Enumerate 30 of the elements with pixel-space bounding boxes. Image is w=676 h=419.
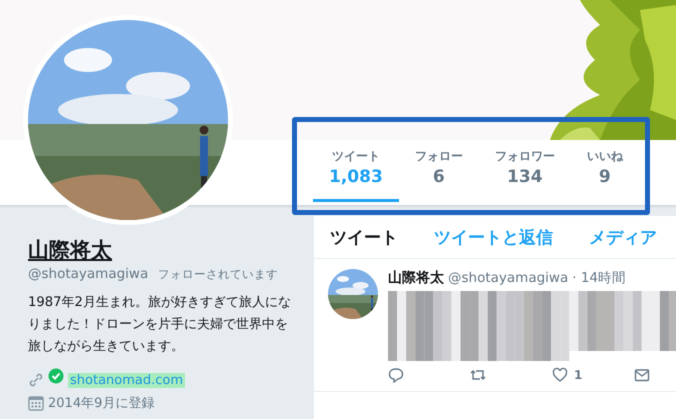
like-count: 1 (574, 368, 582, 382)
link-icon (28, 372, 44, 388)
stat-tab[interactable]: いいね 9 (570, 140, 639, 202)
stat-label: フォロワー (494, 148, 555, 165)
join-date: 2014年9月に登録 (48, 395, 154, 412)
stat-count: 1,083 (329, 167, 383, 187)
calendar-icon (28, 395, 44, 411)
tweet-author[interactable]: 山際将太 (388, 269, 444, 287)
profile-handle: @shotayamagiwa (28, 266, 148, 282)
timeline-tab[interactable]: メディア (589, 226, 657, 248)
website-link[interactable]: shotanomad.com (68, 372, 186, 388)
heart-icon[interactable] (552, 367, 568, 383)
timeline-tab[interactable]: ツイートと返信 (434, 226, 553, 248)
stat-tab[interactable]: フォロワー 134 (478, 140, 571, 202)
stat-count: 9 (598, 167, 611, 187)
stat-count: 134 (507, 167, 543, 187)
stat-label: ツイート (332, 148, 380, 165)
stat-tab[interactable]: フォロー 6 (398, 140, 479, 202)
tweet-time: · 14時間 (572, 269, 626, 287)
timeline-tab[interactable]: ツイート (330, 226, 398, 248)
stat-tab[interactable]: ツイート 1,083 (313, 140, 399, 202)
tweet-handle: @shotayamagiwa (448, 270, 568, 286)
profile-bio: 1987年2月生まれ。旅が好きすぎて旅人になりました！ドローンを片手に夫婦で世界中を旅しながら生きています。 (28, 294, 292, 356)
envelope-icon[interactable] (634, 367, 650, 383)
profile-name[interactable]: 山際将太 (28, 236, 112, 264)
stat-count: 6 (432, 167, 445, 187)
stat-label: フォロー (414, 148, 463, 165)
stat-label: いいね (586, 148, 623, 165)
reply-icon[interactable] (388, 367, 404, 383)
follows-you-label: フォローされています (158, 267, 278, 282)
